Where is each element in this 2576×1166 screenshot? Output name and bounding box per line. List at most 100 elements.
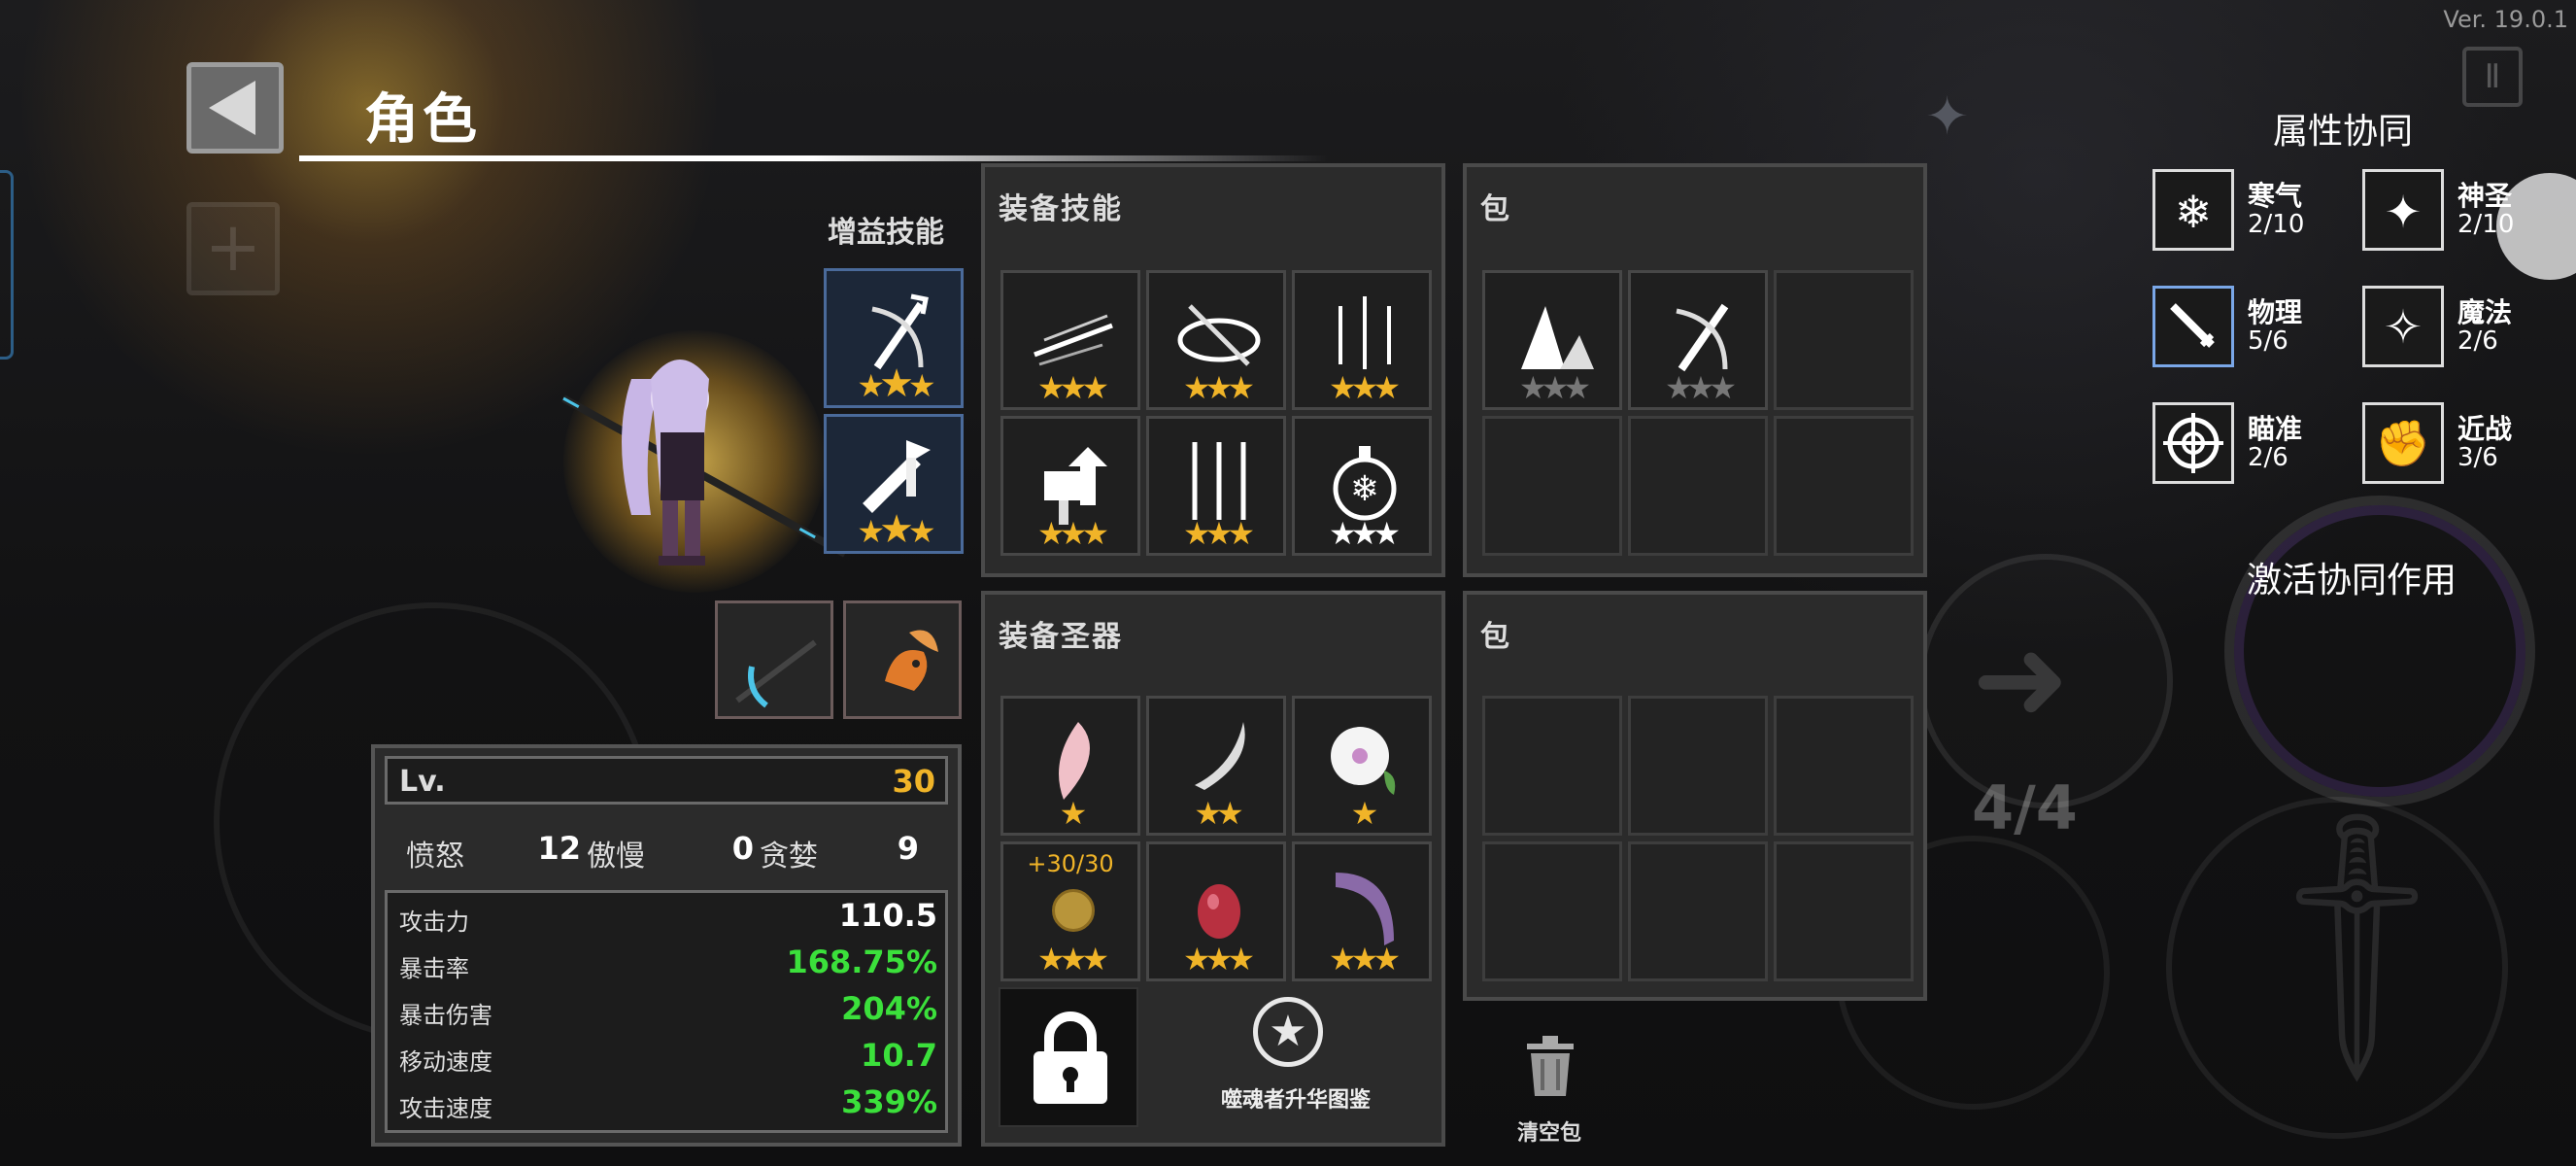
- synergy-physical[interactable]: 物理 5/6: [2152, 286, 2366, 373]
- panel-title: 装备圣器: [999, 620, 1123, 654]
- stats-panel: Lv. 30 愤怒 12 傲慢 0 贪婪 9 攻击力 110.5 暴击率 168.7…: [371, 744, 962, 1147]
- ammo-counter: 4/4: [1972, 772, 2078, 843]
- back-arrow-icon: [209, 81, 255, 135]
- buff-skill-slot-2[interactable]: ★★★: [824, 414, 964, 554]
- compass-icon: ✦: [1925, 86, 1970, 147]
- add-button[interactable]: +: [186, 202, 280, 295]
- bag-relic-slot-2[interactable]: [1628, 696, 1768, 836]
- stat-value: 168.75%: [786, 943, 937, 980]
- gold-coin-icon: [1052, 889, 1095, 932]
- sin-label-greed: 贪婪: [760, 840, 818, 874]
- bag-relic-slot-3[interactable]: [1774, 696, 1914, 836]
- panel-title: 包: [1480, 192, 1511, 226]
- stat-row-move-speed: 移动速度 10.7: [399, 1037, 937, 1076]
- bag-skill-slot-6[interactable]: [1774, 416, 1914, 556]
- holy-star-icon: ✦: [2362, 169, 2444, 251]
- bag-skill-slot-2[interactable]: ★★★: [1628, 270, 1768, 410]
- skill-slot-5[interactable]: ★★★: [1146, 416, 1286, 556]
- synergy-holy[interactable]: ✦ 神圣 2/10: [2362, 169, 2576, 257]
- upgrade-codex-button[interactable]: ★ 噬魂者升华图鉴: [1189, 997, 1403, 1143]
- relic-lock-button[interactable]: [999, 987, 1138, 1127]
- stats-list: 攻击力 110.5 暴击率 168.75% 暴击伤害 204% 移动速度 10.7 攻击…: [385, 890, 948, 1133]
- bag-relic-slot-4[interactable]: [1482, 841, 1622, 981]
- title-underline: [299, 155, 1329, 161]
- buff-skill-slot-1[interactable]: ★★★: [824, 268, 964, 408]
- version-label: Ver. 19.0.1: [2443, 6, 2568, 33]
- bag-skill-slot-1[interactable]: ★★★: [1482, 270, 1622, 410]
- stat-row-crit-rate: 暴击率 168.75%: [399, 943, 937, 982]
- lock-icon: [1034, 1012, 1107, 1104]
- character-sprite: [561, 360, 847, 566]
- bag-relics-panel: 包: [1463, 591, 1927, 1001]
- back-button[interactable]: [186, 62, 284, 154]
- stat-value: 110.5: [838, 897, 937, 934]
- scythe-icon: [735, 639, 817, 708]
- fist-icon: ✊: [2362, 402, 2444, 484]
- sin-label-anger: 愤怒: [406, 840, 464, 874]
- bag-skill-slot-5[interactable]: [1628, 416, 1768, 556]
- snowflake-icon: ❄: [2152, 169, 2234, 251]
- stat-value: 10.7: [861, 1037, 937, 1074]
- star-medal-icon: ★: [1253, 997, 1323, 1067]
- sin-value-greed: 9: [897, 830, 919, 867]
- activate-synergy-button[interactable]: 激活协同作用: [2230, 552, 2473, 602]
- left-edge-tab: [0, 170, 14, 360]
- sin-value-pride: 0: [731, 830, 754, 867]
- sword-icon: [2152, 286, 2234, 367]
- level-label: Lv.: [399, 765, 446, 799]
- skill-slot-3[interactable]: ★★★: [1292, 270, 1432, 410]
- level-bar: Lv. 30: [385, 756, 948, 805]
- star-rating: ★★★: [857, 361, 935, 406]
- relic-slot-2[interactable]: ★★: [1146, 696, 1286, 836]
- bag-skills-panel: 包 ★★★ ★★★: [1463, 163, 1927, 577]
- clear-bag-label: 清空包: [1516, 1121, 1581, 1146]
- level-value: 30: [892, 763, 935, 800]
- pet-slot[interactable]: [843, 600, 962, 719]
- star-rating: ★★★: [857, 507, 935, 552]
- relic-slot-1[interactable]: ★: [1000, 696, 1140, 836]
- skill-slot-6[interactable]: ❄ ★★★: [1292, 416, 1432, 556]
- equip-skills-panel: 装备技能 ★★★ ★★★ ★★★ ★★★ ★★★ ❄ ★★★: [981, 163, 1445, 577]
- stat-row-attack-speed: 攻击速度 339%: [399, 1083, 937, 1122]
- relic-slot-6[interactable]: ★★★: [1292, 841, 1432, 981]
- clear-bag-button[interactable]: 清空包: [1496, 1030, 1603, 1147]
- stat-row-attack: 攻击力 110.5: [399, 897, 937, 936]
- bg-dash-arrow-icon: ➜: [1972, 612, 2070, 747]
- relic-slot-3[interactable]: ★: [1292, 696, 1432, 836]
- magic-star-icon: ✧: [2362, 286, 2444, 367]
- relic-slot-4[interactable]: +30/30 ★★★: [1000, 841, 1140, 981]
- synergy-frost[interactable]: ❄ 寒气 2/10: [2152, 169, 2366, 257]
- bg-skill-ring: [2224, 496, 2535, 806]
- weapon-slot[interactable]: [715, 600, 833, 719]
- relic-slot-5[interactable]: ★★★: [1146, 841, 1286, 981]
- synergy-aim[interactable]: 瞄准 2/6: [2152, 402, 2366, 490]
- bag-relic-slot-1[interactable]: [1482, 696, 1622, 836]
- bag-relic-slot-5[interactable]: [1628, 841, 1768, 981]
- trash-icon: [1527, 1036, 1574, 1096]
- stat-value: 339%: [841, 1083, 937, 1120]
- relic-counter: +30/30: [1027, 850, 1114, 877]
- synergy-magic[interactable]: ✧ 魔法 2/6: [2362, 286, 2576, 373]
- skill-slot-2[interactable]: ★★★: [1146, 270, 1286, 410]
- panel-title: 装备技能: [999, 192, 1123, 226]
- synergy-melee[interactable]: ✊ 近战 3/6: [2362, 402, 2576, 490]
- skill-slot-1[interactable]: ★★★: [1000, 270, 1140, 410]
- crosshair-icon: [2152, 402, 2234, 484]
- equip-relics-panel: 装备圣器 ★ ★★ ★ +30/30 ★★★ ★★★ ★★★ ★ 噬魂者升华图鉴: [981, 591, 1445, 1147]
- stat-row-crit-damage: 暴击伤害 204%: [399, 990, 937, 1029]
- bag-skill-slot-4[interactable]: [1482, 416, 1622, 556]
- panel-title: 包: [1480, 620, 1511, 654]
- pause-icon[interactable]: Ⅱ: [2462, 47, 2523, 107]
- upgrade-codex-label: 噬魂者升华图鉴: [1220, 1088, 1371, 1113]
- sin-label-pride: 傲慢: [587, 840, 645, 874]
- stat-value: 204%: [841, 990, 937, 1027]
- fox-pet-icon: [885, 630, 938, 691]
- page-title: 角色: [364, 88, 481, 152]
- bag-relic-slot-6[interactable]: [1774, 841, 1914, 981]
- bag-skill-slot-3[interactable]: [1774, 270, 1914, 410]
- skill-slot-4[interactable]: ★★★: [1000, 416, 1140, 556]
- sin-value-anger: 12: [537, 830, 581, 867]
- svg-text:❄: ❄: [1350, 469, 1379, 509]
- synergy-title: 属性协同: [2273, 112, 2414, 152]
- buff-skills-label: 增益技能: [828, 216, 944, 250]
